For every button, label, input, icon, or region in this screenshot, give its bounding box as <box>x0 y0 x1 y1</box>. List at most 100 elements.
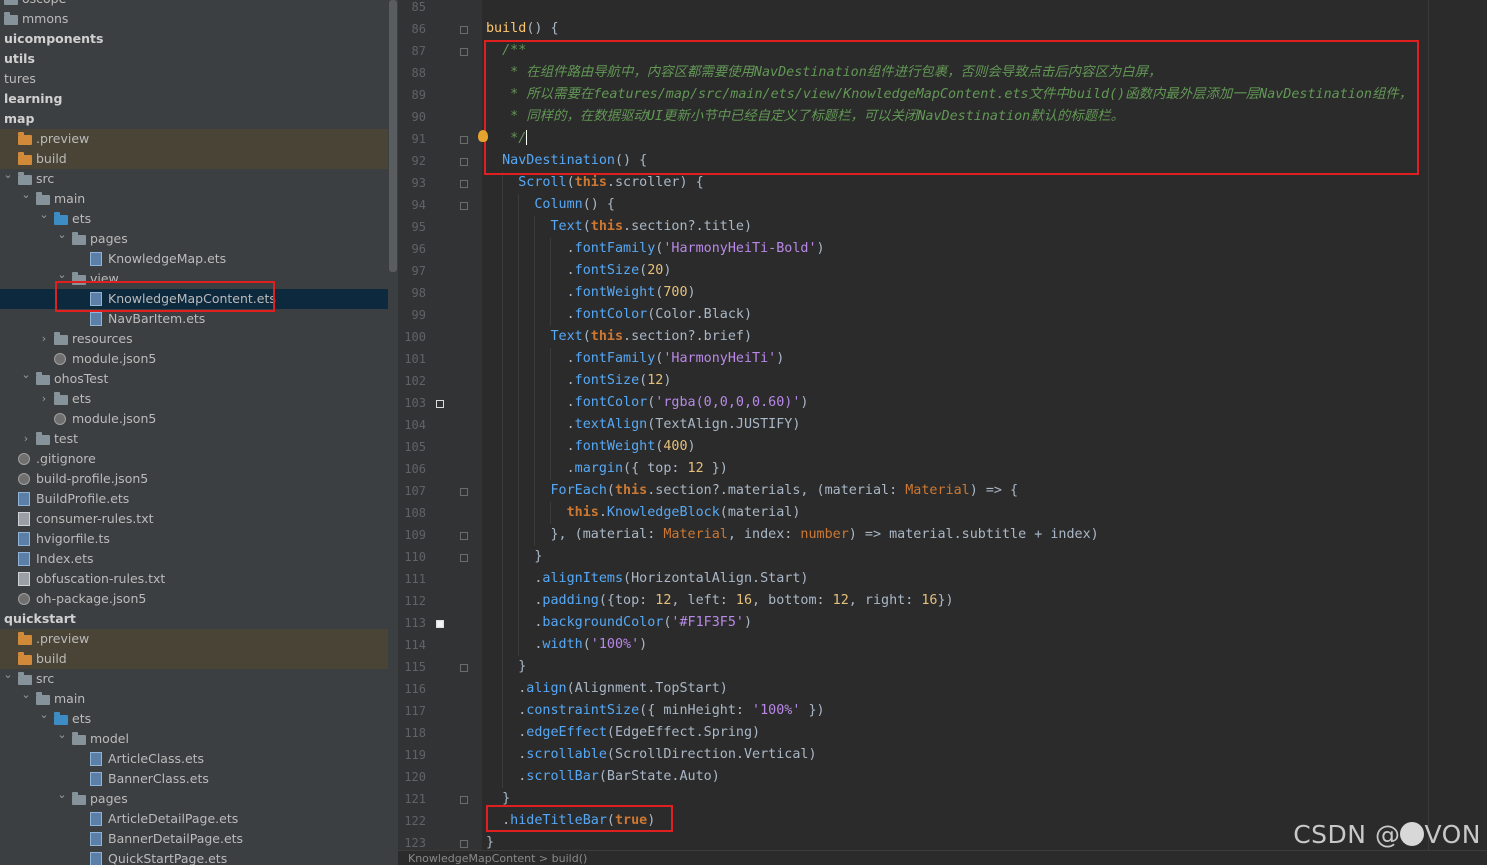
tree-item[interactable]: BannerDetailPage.ets <box>0 829 388 849</box>
tree-item[interactable]: › resources <box>0 329 388 349</box>
chevron-down-icon[interactable]: ⌄ <box>56 785 68 805</box>
fold-toggle-icon[interactable] <box>460 554 468 562</box>
tree-item[interactable]: QuickStartPage.ets <box>0 849 388 865</box>
tree-item[interactable]: utils <box>0 49 388 69</box>
tree-item[interactable]: NavBarItem.ets <box>0 309 388 329</box>
editor-breadcrumb[interactable]: KnowledgeMapContent > build() <box>398 850 1487 865</box>
chevron-down-icon[interactable]: ⌄ <box>38 205 50 225</box>
tree-item[interactable]: .preview <box>0 129 388 149</box>
chevron-down-icon[interactable]: ⌄ <box>20 365 32 385</box>
chevron-right-icon[interactable]: › <box>38 329 50 349</box>
code-line[interactable]: Scroll(this.scroller) { <box>518 172 703 194</box>
fold-toggle-icon[interactable] <box>460 796 468 804</box>
code-line[interactable]: this.KnowledgeBlock(material) <box>567 502 801 524</box>
code-line[interactable]: Column() { <box>534 194 615 216</box>
fold-toggle-icon[interactable] <box>460 26 468 34</box>
code-line[interactable]: .width('100%') <box>534 634 647 656</box>
tree-item[interactable]: ⌄ src <box>0 668 388 689</box>
fold-toggle-icon[interactable] <box>460 48 468 56</box>
fold-toggle-icon[interactable] <box>460 180 468 188</box>
chevron-down-icon[interactable]: ⌄ <box>56 725 68 745</box>
tree-item[interactable]: ArticleClass.ets <box>0 749 388 769</box>
code-line[interactable]: .fontSize(20) <box>567 260 672 282</box>
tree-item[interactable]: build-profile.json5 <box>0 469 388 489</box>
tree-item[interactable]: ⌄ main <box>0 688 388 709</box>
fold-toggle-icon[interactable] <box>460 158 468 166</box>
tree-item[interactable]: mmons <box>0 9 388 29</box>
chevron-right-icon[interactable]: › <box>20 429 32 449</box>
tree-item[interactable]: quickstart <box>0 609 388 629</box>
code-line[interactable]: .fontFamily('HarmonyHeiTi-Bold') <box>567 238 825 260</box>
chevron-down-icon[interactable]: ⌄ <box>20 185 32 205</box>
fold-toggle-icon[interactable] <box>460 136 468 144</box>
code-line[interactable]: .padding({top: 12, left: 16, bottom: 12,… <box>534 590 953 612</box>
tree-item[interactable]: › test <box>0 429 388 449</box>
code-line[interactable]: ForEach(this.section?.materials, (materi… <box>550 480 1018 502</box>
code-line[interactable]: } <box>534 546 542 568</box>
indent-guide <box>518 260 520 282</box>
code-line[interactable]: .fontColor(Color.Black) <box>567 304 752 326</box>
code-line[interactable]: .backgroundColor('#F1F3F5') <box>534 612 752 634</box>
code-line[interactable]: .margin({ top: 12 }) <box>567 458 728 480</box>
code-line[interactable]: .align(Alignment.TopStart) <box>518 678 728 700</box>
code-line[interactable]: build() { <box>486 18 559 40</box>
tree-item[interactable]: module.json5 <box>0 409 388 429</box>
tree-item[interactable]: oh-package.json5 <box>0 589 388 609</box>
code-line[interactable]: .scrollBar(BarState.Auto) <box>518 766 720 788</box>
fold-toggle-icon[interactable] <box>460 202 468 210</box>
tree-item[interactable]: map <box>0 109 388 129</box>
lightbulb-icon[interactable] <box>478 130 488 142</box>
tree-item[interactable]: Index.ets <box>0 549 388 569</box>
tree-item[interactable]: ⌄ main <box>0 188 388 209</box>
tree-item[interactable]: ⌄ ohosTest <box>0 368 388 389</box>
color-swatch-icon[interactable] <box>436 620 444 628</box>
tree-item[interactable]: › ets <box>0 389 388 409</box>
code-line[interactable]: .fontSize(12) <box>567 370 672 392</box>
tree-item[interactable]: ⌄ model <box>0 728 388 749</box>
tree-item[interactable]: module.json5 <box>0 349 388 369</box>
code-line[interactable]: Text(this.section?.brief) <box>550 326 752 348</box>
code-line[interactable]: .fontFamily('HarmonyHeiTi') <box>567 348 785 370</box>
tree-item[interactable]: build <box>0 649 388 669</box>
tree-item[interactable]: build <box>0 149 388 169</box>
code-line[interactable]: Text(this.section?.title) <box>550 216 752 238</box>
code-line[interactable]: .alignItems(HorizontalAlign.Start) <box>534 568 808 590</box>
code-token: ( <box>639 263 648 278</box>
tree-item[interactable]: ⌄ pages <box>0 788 388 809</box>
chevron-down-icon[interactable]: ⌄ <box>20 685 32 705</box>
chevron-down-icon[interactable]: ⌄ <box>2 165 14 185</box>
tree-item[interactable]: BuildProfile.ets <box>0 489 388 509</box>
tree-item[interactable]: ⌄ src <box>0 168 388 189</box>
code-line[interactable]: .fontColor('rgba(0,0,0,0.60)') <box>567 392 809 414</box>
tree-item[interactable]: learning <box>0 89 388 109</box>
chevron-right-icon[interactable]: › <box>38 389 50 409</box>
code-line[interactable]: }, (material: Material, index: number) =… <box>550 524 1098 546</box>
code-line[interactable]: .fontWeight(400) <box>567 436 696 458</box>
fold-toggle-icon[interactable] <box>460 532 468 540</box>
chevron-down-icon[interactable]: ⌄ <box>38 705 50 725</box>
tree-item[interactable]: uicomponents <box>0 29 388 49</box>
tree-item[interactable]: obfuscation-rules.txt <box>0 569 388 589</box>
tree-item[interactable]: ArticleDetailPage.ets <box>0 809 388 829</box>
tree-item[interactable]: .preview <box>0 629 388 649</box>
tree-item[interactable]: oscope <box>0 0 388 9</box>
tree-item[interactable]: hvigorfile.ts <box>0 529 388 549</box>
code-line[interactable]: .constraintSize({ minHeight: '100%' }) <box>518 700 824 722</box>
chevron-down-icon[interactable]: ⌄ <box>56 225 68 245</box>
code-line[interactable]: .scrollable(ScrollDirection.Vertical) <box>518 744 816 766</box>
project-tree-scrollbar-thumb[interactable] <box>389 0 397 272</box>
code-line[interactable]: } <box>518 656 526 678</box>
tree-item[interactable]: consumer-rules.txt <box>0 509 388 529</box>
fold-toggle-icon[interactable] <box>460 488 468 496</box>
code-line[interactable]: .fontWeight(700) <box>567 282 696 304</box>
tree-item[interactable]: tures <box>0 69 388 89</box>
code-line[interactable]: .textAlign(TextAlign.JUSTIFY) <box>567 414 801 436</box>
tree-item[interactable]: ⌄ pages <box>0 228 388 249</box>
code-editor[interactable]: 85 86 87 88 89 90 91 92 93 94 95 96 97 98 99 100 101 102 1… <box>398 0 1487 865</box>
code-line[interactable]: .edgeEffect(EdgeEffect.Spring) <box>518 722 760 744</box>
chevron-down-icon[interactable]: ⌄ <box>2 665 14 685</box>
fold-toggle-icon[interactable] <box>460 840 468 848</box>
tree-item[interactable]: .gitignore <box>0 449 388 469</box>
fold-toggle-icon[interactable] <box>460 664 468 672</box>
color-swatch-icon[interactable] <box>436 400 444 408</box>
